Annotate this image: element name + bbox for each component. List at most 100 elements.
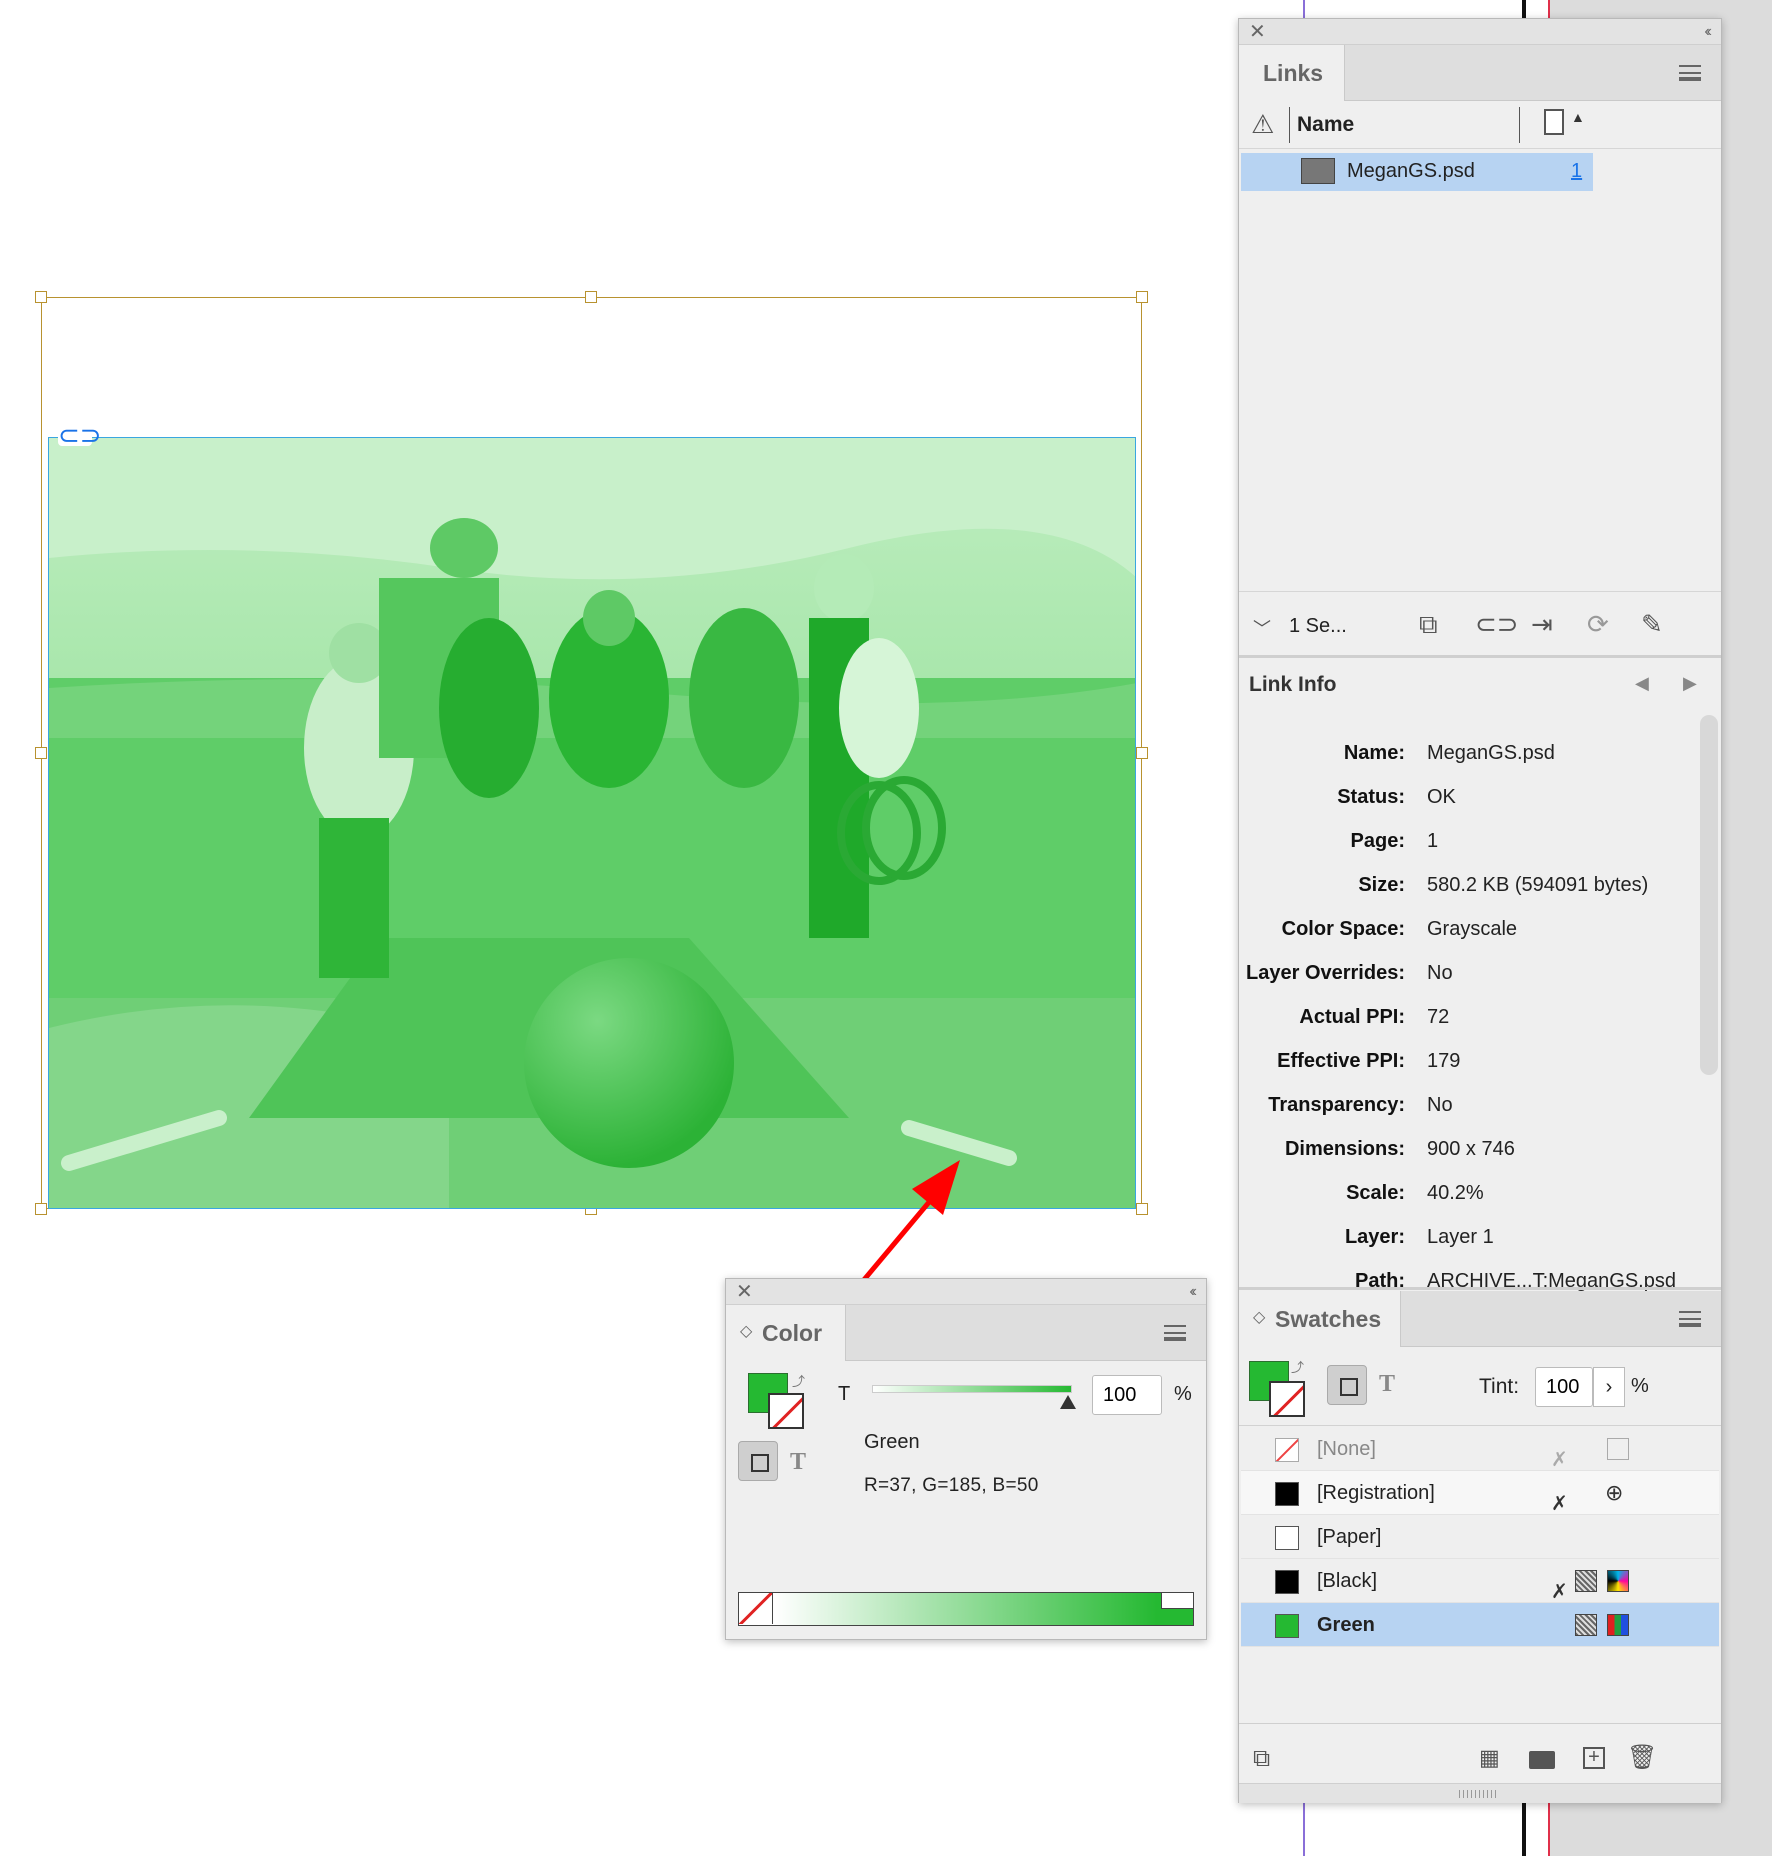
link-info-label: Layer: <box>1344 1226 1405 1248</box>
sort-ascending-icon[interactable]: ▲ <box>1571 109 1585 125</box>
swatch-name: [Paper] <box>1317 1526 1382 1548</box>
swatch-row-registration[interactable]: [Registration] ✗ ⊕ <box>1241 1471 1719 1515</box>
tint-slider-track[interactable] <box>872 1385 1072 1393</box>
expand-toggle-icon[interactable]: ◇ <box>1253 1307 1265 1327</box>
swatch-row-paper[interactable]: [Paper] <box>1241 1515 1719 1559</box>
black-swatch-icon <box>1275 1570 1299 1594</box>
divider <box>1239 1287 1721 1290</box>
close-icon[interactable]: ✕ <box>736 1279 753 1305</box>
link-info-row: Status: OK <box>1239 775 1699 819</box>
tab-links[interactable]: Links <box>1239 45 1345 101</box>
tint-ramp[interactable] <box>738 1592 1194 1626</box>
edit-original-icon[interactable]: ✎ <box>1641 609 1663 640</box>
page-column-icon[interactable] <box>1544 109 1564 135</box>
divider <box>1239 1425 1721 1426</box>
color-tab-row: Color ◇ <box>726 1305 1206 1361</box>
panel-menu-icon[interactable] <box>1679 1311 1701 1327</box>
resize-grip[interactable] <box>1239 1783 1721 1803</box>
link-info-label: Actual PPI: <box>1299 1006 1405 1028</box>
trash-icon[interactable]: 🗑 <box>1627 1743 1657 1772</box>
chevron-down-icon[interactable]: ﹀ <box>1253 615 1271 641</box>
resize-handle[interactable] <box>35 291 47 303</box>
column-divider <box>1289 107 1290 143</box>
link-info-value: 900 x 746 <box>1427 1138 1515 1160</box>
percent-label: % <box>1174 1383 1192 1405</box>
link-info-row: Page: 1 <box>1239 819 1699 863</box>
name-column-header[interactable]: Name <box>1297 113 1354 137</box>
tint-slider-handle[interactable] <box>1060 1395 1076 1409</box>
none-swatch-icon <box>1275 1438 1299 1462</box>
resize-handle[interactable] <box>1136 1203 1148 1215</box>
tint-input[interactable] <box>1535 1367 1593 1407</box>
close-icon[interactable]: ✕ <box>1249 19 1266 45</box>
stroke-swatch[interactable] <box>768 1393 804 1429</box>
formatting-text-icon[interactable]: T <box>1379 1371 1395 1398</box>
link-icon[interactable]: ⊂⊃ <box>58 422 102 448</box>
relink-cc-icon[interactable]: ⧉ <box>1419 609 1438 641</box>
collapse-icon[interactable]: ‹‹ <box>1704 19 1711 45</box>
swatch-row-black[interactable]: [Black] ✗ <box>1241 1559 1719 1603</box>
photo-illustration <box>49 438 1135 1208</box>
link-info-value: Layer 1 <box>1427 1226 1494 1248</box>
update-link-icon[interactable]: ⟳ <box>1587 609 1609 640</box>
link-info-row: Actual PPI: 72 <box>1239 995 1699 1039</box>
link-info-row: Layer: Layer 1 <box>1239 1215 1699 1259</box>
link-info-row: Color Space: Grayscale <box>1239 907 1699 951</box>
placed-image[interactable] <box>48 437 1136 1209</box>
swatch-name: [Registration] <box>1317 1482 1435 1504</box>
cannot-edit-icon: ✗ <box>1551 1581 1568 1603</box>
new-color-group-icon[interactable] <box>1529 1751 1555 1769</box>
swatch-row-none[interactable]: [None] ✗ <box>1241 1427 1719 1471</box>
swatch-row-green[interactable]: Green <box>1241 1603 1719 1647</box>
stroke-swatch[interactable] <box>1269 1381 1305 1417</box>
expand-toggle-icon[interactable]: ◇ <box>740 1321 752 1341</box>
link-info-label: Transparency: <box>1268 1094 1405 1116</box>
panel-titlebar: ✕ ‹‹ <box>726 1279 1206 1305</box>
link-info-value: 580.2 KB (594091 bytes) <box>1427 874 1649 896</box>
thumbnail-icon <box>1301 158 1335 184</box>
link-info-row: Layer Overrides: No <box>1239 951 1699 995</box>
link-info-label: Color Space: <box>1281 918 1405 940</box>
resize-handle[interactable] <box>1136 291 1148 303</box>
new-swatch-icon[interactable]: + <box>1583 1747 1605 1769</box>
white-swatch-chip[interactable] <box>1161 1593 1193 1609</box>
tint-input[interactable] <box>1092 1375 1162 1415</box>
tint-label: Tint: <box>1479 1375 1520 1398</box>
link-info-row: Name: MeganGS.psd <box>1239 731 1699 775</box>
formatting-container-icon[interactable] <box>1327 1365 1367 1405</box>
panel-menu-icon[interactable] <box>1679 65 1701 81</box>
process-color-icon <box>1575 1614 1597 1636</box>
resize-handle[interactable] <box>1136 747 1148 759</box>
panel-menu-icon[interactable] <box>1164 1325 1186 1341</box>
rgb-mode-icon <box>1607 1614 1629 1636</box>
link-info-value: Grayscale <box>1427 918 1518 940</box>
show-swatches-icon[interactable]: ⧉ <box>1253 1745 1270 1773</box>
link-row[interactable]: MeganGS.psd 1 <box>1241 153 1593 191</box>
formatting-container-icon[interactable] <box>738 1441 778 1481</box>
next-arrow-icon[interactable]: ▶ <box>1683 673 1697 694</box>
page-number-link[interactable]: 1 <box>1571 160 1582 183</box>
link-info-scrollbar[interactable] <box>1700 715 1718 1075</box>
formatting-text-icon[interactable]: T <box>790 1449 806 1476</box>
chevron-right-icon[interactable]: › <box>1593 1367 1625 1407</box>
link-info-label: Layer Overrides: <box>1246 962 1405 984</box>
link-info-label: Size: <box>1358 874 1405 896</box>
swap-icon[interactable]: ⤴ <box>1291 1357 1304 1376</box>
column-divider <box>1519 107 1520 143</box>
warning-icon[interactable]: ⚠ <box>1251 109 1274 140</box>
none-swatch-icon[interactable] <box>739 1593 773 1624</box>
previous-arrow-icon[interactable]: ◀ <box>1635 673 1649 694</box>
link-info-label: Dimensions: <box>1284 1138 1405 1160</box>
link-info-value: No <box>1427 1094 1453 1116</box>
go-to-link-icon[interactable]: ⇥ <box>1531 609 1553 640</box>
link-info-value: 72 <box>1427 1006 1450 1028</box>
collapse-icon[interactable]: ‹‹ <box>1189 1279 1196 1305</box>
swap-icon[interactable]: ⤴ <box>792 1371 805 1390</box>
resize-handle[interactable] <box>35 747 47 759</box>
swatch-views-icon[interactable]: ▦ <box>1479 1745 1500 1771</box>
relink-icon[interactable]: ⊂⊃ <box>1475 609 1519 640</box>
link-info-title[interactable]: Link Info <box>1249 673 1337 697</box>
link-info-row: Effective PPI: 179 <box>1239 1039 1699 1083</box>
resize-handle[interactable] <box>35 1203 47 1215</box>
resize-handle[interactable] <box>585 291 597 303</box>
